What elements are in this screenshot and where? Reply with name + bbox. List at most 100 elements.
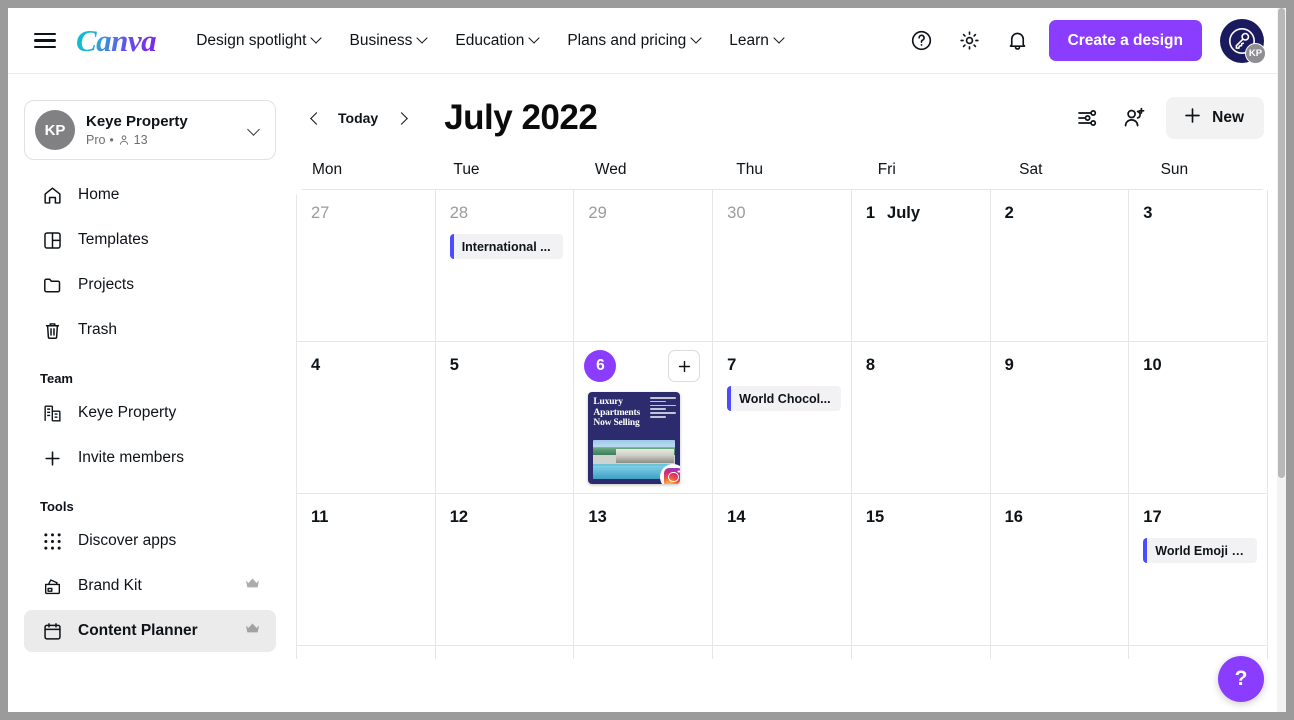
calendar-day-cell[interactable]: 17 World Emoji D... (1129, 494, 1268, 646)
help-button[interactable]: ? (1218, 656, 1264, 702)
calendar-day-cell[interactable]: 8 (851, 342, 991, 494)
day-number: 3 (1143, 204, 1153, 222)
design-thumbnail[interactable]: Luxury Apartments Now Selling (588, 392, 681, 484)
scrollbar-thumb[interactable] (1278, 8, 1285, 478)
sidebar-item-label: Keye Property (78, 404, 177, 421)
calendar-day-cell[interactable]: 15 (851, 494, 991, 646)
day-number: 10 (1143, 356, 1162, 374)
calendar-day-cell[interactable]: 18 (297, 646, 436, 659)
day-number: 9 (1004, 356, 1014, 374)
calendar-day-cell[interactable]: 6 Luxury Apartments Now Selling (574, 342, 714, 494)
account-switcher[interactable]: KP Keye Property Pro • 13 (24, 100, 276, 160)
content-planner-calendar: Today July 20 22 New Mon Tue Wed Thu Fri … (292, 75, 1286, 712)
hamburger-icon[interactable] (34, 32, 56, 49)
sidebar-item-discover-apps[interactable]: Discover apps (24, 520, 276, 562)
new-button-label: New (1212, 109, 1244, 126)
calendar-day-cell[interactable]: 22 (851, 646, 991, 659)
chevron-left-icon (310, 114, 318, 122)
calendar-event-chip[interactable]: World Chocol... (727, 386, 841, 411)
calendar-day-cell[interactable]: 19 (435, 646, 575, 659)
calendar-weekday-header: Mon Tue Wed Thu Fri Sat Sun (292, 161, 1286, 179)
calendar-day-cell[interactable]: 11 (297, 494, 436, 646)
calendar-day-cell[interactable]: 23 (990, 646, 1130, 659)
crown-icon (245, 577, 260, 595)
chevron-down-icon (530, 34, 539, 43)
calendar-day-cell[interactable]: 5 (435, 342, 575, 494)
folder-icon (40, 273, 64, 297)
sidebar-item-templates[interactable]: Templates (24, 219, 276, 261)
calendar-event-chip[interactable]: International ... (449, 234, 564, 259)
nav-learn[interactable]: Learn (729, 32, 784, 50)
calendar-day-cell[interactable]: 14 (713, 494, 852, 646)
add-people-icon[interactable] (1118, 101, 1152, 135)
sidebar-item-trash[interactable]: Trash (24, 309, 276, 351)
trash-icon (40, 318, 64, 342)
calendar-day-cell[interactable]: 9 (990, 342, 1130, 494)
calendar-day-cell[interactable]: 2 (990, 190, 1130, 342)
day-number: 12 (449, 508, 469, 526)
calendar-day-cell[interactable]: 16 (990, 494, 1130, 646)
sidebar-item-label: Brand Kit (78, 577, 142, 594)
calendar-icon (40, 619, 64, 643)
day-number: 30 (727, 204, 746, 222)
sidebar-group-tools: Tools (40, 499, 74, 514)
bell-icon[interactable] (1001, 24, 1035, 58)
sidebar-item-content-planner[interactable]: Content Planner (24, 610, 276, 652)
calendar-day-cell[interactable]: 27 (297, 190, 436, 342)
calendar-grid: 27 28 International ... 29 30 1 July 2 3 4 5 6 Luxur… (296, 189, 1268, 659)
sidebar-item-projects[interactable]: Projects (24, 264, 276, 306)
account-plan: Pro (86, 132, 106, 147)
create-a-design-button[interactable]: Create a design (1048, 20, 1202, 61)
sidebar-item-invite-members[interactable]: Invite members (24, 437, 276, 479)
nav-label: Education (455, 31, 525, 49)
day-number: 28 (449, 204, 469, 222)
add-design-button[interactable] (668, 350, 701, 382)
calendar-day-cell[interactable]: 10 (1129, 342, 1268, 494)
calendar-day-cell[interactable]: 4 (297, 342, 436, 494)
nav-business[interactable]: Business (349, 32, 427, 50)
page-scrollbar[interactable] (1277, 8, 1286, 712)
sidebar-team-nav: Keye Property Invite members (8, 392, 292, 479)
calendar-day-cell[interactable]: 30 (713, 190, 852, 342)
sidebar-item-home[interactable]: Home (24, 174, 276, 216)
calendar-day-cell[interactable]: 29 (574, 190, 714, 342)
day-number: 7 (727, 356, 737, 374)
gear-icon[interactable] (953, 24, 987, 58)
chevron-down-icon (418, 34, 427, 43)
chevron-down-icon (312, 34, 321, 43)
day-number: 27 (311, 204, 330, 222)
calendar-day-cell[interactable]: 28 International ... (435, 190, 575, 342)
avatar-initials: KP (1245, 42, 1266, 64)
month-label: July (887, 204, 921, 222)
calendar-day-cell[interactable]: 3 (1129, 190, 1268, 342)
sidebar-item-brand-kit[interactable]: Brand Kit (24, 565, 276, 607)
calendar-day-cell[interactable]: 21 (713, 646, 852, 659)
nav-plans-and-pricing[interactable]: Plans and pricing (567, 32, 701, 50)
header-actions: Create a design KP (905, 18, 1266, 64)
weekday-wed: Wed (594, 161, 627, 178)
day-number: 2 (1004, 204, 1014, 222)
next-month-button[interactable] (388, 104, 416, 132)
weekday-fri: Fri (877, 161, 896, 178)
previous-month-button[interactable] (300, 104, 328, 132)
user-avatar[interactable]: KP (1220, 18, 1266, 64)
nav-education[interactable]: Education (455, 32, 539, 50)
sliders-icon[interactable] (1070, 101, 1104, 135)
building-icon (40, 401, 64, 425)
canva-logo[interactable]: Canva (76, 23, 157, 59)
plus-icon (678, 360, 690, 372)
nav-design-spotlight[interactable]: Design spotlight (196, 32, 321, 50)
today-button[interactable]: Today (328, 104, 388, 132)
calendar-day-cell[interactable]: 1 July (851, 190, 991, 342)
calendar-day-cell[interactable]: 13 (574, 494, 714, 646)
account-member-count: 13 (133, 132, 148, 147)
person-icon (119, 135, 128, 145)
calendar-day-cell[interactable]: 12 (435, 494, 575, 646)
apps-grid-icon (40, 529, 64, 553)
sidebar-item-keye-property[interactable]: Keye Property (24, 392, 276, 434)
calendar-event-chip[interactable]: World Emoji D... (1143, 538, 1257, 563)
new-post-button[interactable]: New (1166, 97, 1264, 139)
calendar-day-cell[interactable]: 20 (574, 646, 714, 659)
calendar-day-cell[interactable]: 7 World Chocol... (713, 342, 852, 494)
question-circle-icon[interactable] (905, 24, 939, 58)
